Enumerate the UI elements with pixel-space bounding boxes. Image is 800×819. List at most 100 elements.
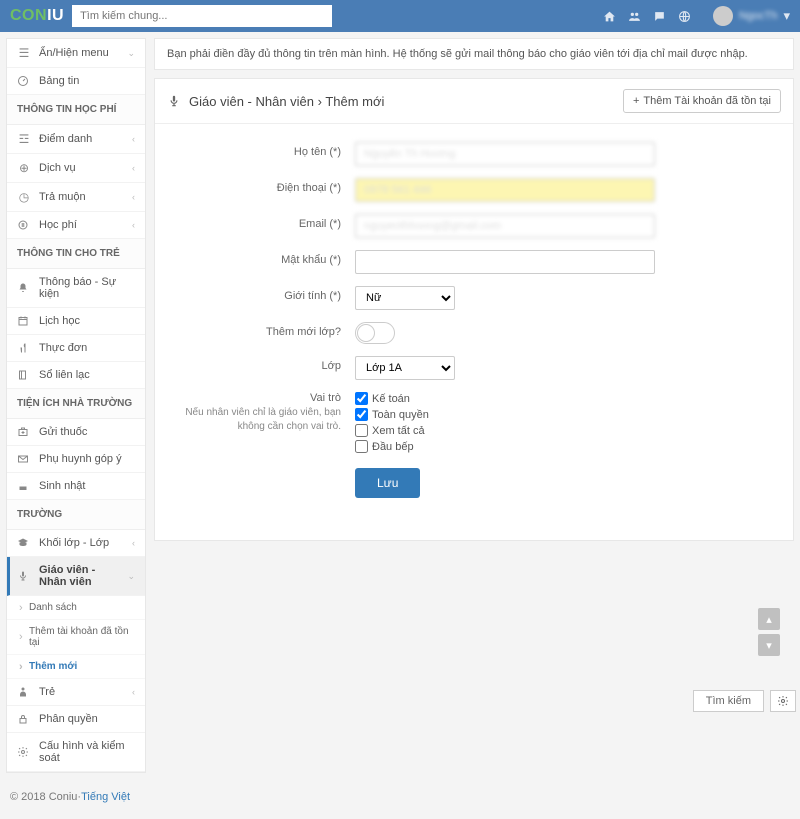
role-xemtatca-label: Xem tất cả <box>372 425 425 437</box>
gear-icon <box>777 695 789 707</box>
sidebar-thucdon[interactable]: Thực đơn <box>7 335 145 362</box>
form-body: Họ tên (*) Điện thoại (*) Email (*) Mật … <box>155 124 793 540</box>
globe-icon[interactable] <box>678 10 691 23</box>
alert-text: Bạn phải điền đầy đủ thông tin trên màn … <box>167 48 748 60</box>
themlop-label: Thêm mới lớp? <box>175 322 355 338</box>
graduation-icon <box>17 537 31 549</box>
list-icon: ☲ <box>17 132 31 146</box>
matkhau-input[interactable] <box>355 250 655 274</box>
sidebar-toggle[interactable]: ☰ Ẩn/Hiện menu ⌄ <box>7 39 145 68</box>
sidebar-cauhinh[interactable]: Cấu hình và kiểm soát <box>7 733 145 772</box>
sidebar-sub-themtk[interactable]: Thêm tài khoản đã tồn tại <box>7 620 145 655</box>
sidebar-group-hocphi: THÔNG TIN HỌC PHÍ <box>7 95 145 125</box>
users-icon[interactable] <box>628 10 641 23</box>
sidebar-sub-themmoi[interactable]: Thêm mới <box>7 655 145 679</box>
footer-lang-link[interactable]: Tiếng Việt <box>81 791 130 803</box>
chevron-left-icon: ‹ <box>132 220 135 230</box>
chevron-left-icon: ‹ <box>132 687 135 697</box>
book-icon <box>17 369 31 381</box>
role-ketoan-label: Kế toán <box>372 393 410 405</box>
cake-icon <box>17 480 31 492</box>
dienthoai-label: Điện thoại (*) <box>175 178 355 194</box>
info-alert: Bạn phải điền đầy đủ thông tin trên màn … <box>154 38 794 70</box>
sidebar-tre[interactable]: Trẻ ‹ <box>7 679 145 706</box>
panel-header: Giáo viên - Nhân viên › Thêm mới + Thêm … <box>155 79 793 124</box>
role-toanquyen-checkbox[interactable] <box>355 408 368 421</box>
themlop-toggle[interactable] <box>355 322 395 344</box>
sidebar-hocphi[interactable]: Học phí ‹ <box>7 212 145 239</box>
role-row-ketoan: Kế toán <box>355 392 655 405</box>
email-input[interactable] <box>355 214 655 238</box>
chevron-left-icon: ‹ <box>132 134 135 144</box>
sidebar-diemdanh[interactable]: ☲ Điểm danh ‹ <box>7 125 145 154</box>
mic-icon <box>17 570 31 582</box>
role-row-toanquyen: Toàn quyền <box>355 408 655 421</box>
chevron-left-icon: ‹ <box>132 192 135 202</box>
globe-icon: ⊕ <box>17 161 31 175</box>
scroll-up-button[interactable]: ▴ <box>758 608 780 630</box>
user-menu[interactable]: NgocTh ▾ <box>713 6 790 26</box>
sidebar-phgopy[interactable]: Phụ huynh góp ý <box>7 446 145 473</box>
sidebar-giaovien[interactable]: Giáo viên - Nhân viên ⌄ <box>7 557 145 596</box>
gioitinh-select[interactable]: Nữ <box>355 286 455 310</box>
form-panel: Giáo viên - Nhân viên › Thêm mới + Thêm … <box>154 78 794 541</box>
hoten-label: Họ tên (*) <box>175 142 355 158</box>
top-icons: NgocTh ▾ <box>603 6 790 26</box>
sidebar-tramuon[interactable]: ◷ Trả muộn ‹ <box>7 183 145 212</box>
medkit-icon <box>17 426 31 438</box>
bottombar: Tìm kiếm <box>689 686 800 716</box>
sidebar-lichhoc[interactable]: Lịch học <box>7 308 145 335</box>
sidebar-solienlac[interactable]: Sổ liên lạc <box>7 362 145 389</box>
content: Bạn phải điền đầy đủ thông tin trên màn … <box>154 38 794 541</box>
sidebar-group-tienich: TIỆN ÍCH NHÀ TRƯỜNG <box>7 389 145 419</box>
avatar <box>713 6 733 26</box>
bottombar-settings[interactable] <box>770 690 796 712</box>
child-icon <box>17 686 31 698</box>
sidebar-phanquyen[interactable]: Phân quyền <box>7 706 145 733</box>
envelope-icon <box>17 453 31 465</box>
food-icon <box>17 342 31 354</box>
clock-icon: ◷ <box>17 190 31 204</box>
home-icon[interactable] <box>603 10 616 23</box>
role-toanquyen-label: Toàn quyền <box>372 409 429 421</box>
sidebar-sinhnhat[interactable]: Sinh nhật <box>7 473 145 500</box>
search-input[interactable] <box>72 5 332 27</box>
footer-copyright: © 2018 Coniu· <box>10 791 81 803</box>
add-existing-button[interactable]: + Thêm Tài khoản đã tồn tại <box>623 89 781 113</box>
brand-iu: IU <box>47 7 64 24</box>
chevron-left-icon: ‹ <box>132 538 135 548</box>
role-ketoan-checkbox[interactable] <box>355 392 368 405</box>
bell-icon <box>17 282 31 294</box>
role-row-daubep: Đầu bếp <box>355 440 655 453</box>
brand-logo[interactable]: CONIU <box>10 7 64 25</box>
chevron-left-icon: ‹ <box>132 163 135 173</box>
chevron-down-icon: ⌄ <box>127 571 135 582</box>
lop-label: Lớp <box>175 356 355 372</box>
role-daubep-label: Đầu bếp <box>372 441 414 453</box>
scroll-buttons: ▴ ▾ <box>758 608 780 656</box>
save-button[interactable]: Lưu <box>355 468 420 498</box>
sidebar-thongbao[interactable]: Thông báo - Sự kiện <box>7 269 145 308</box>
bottombar-search[interactable]: Tìm kiếm <box>693 690 764 712</box>
bars-icon: ☰ <box>17 46 31 60</box>
dashboard-icon <box>17 75 31 87</box>
sidebar-khoilop[interactable]: Khối lớp - Lớp ‹ <box>7 530 145 557</box>
comment-icon[interactable] <box>653 10 666 23</box>
role-xemtatca-checkbox[interactable] <box>355 424 368 437</box>
gioitinh-label: Giới tính (*) <box>175 286 355 302</box>
scroll-down-button[interactable]: ▾ <box>758 634 780 656</box>
sidebar-guithuoc[interactable]: Gửi thuốc <box>7 419 145 446</box>
calendar-icon <box>17 315 31 327</box>
chevron-down-icon: ⌄ <box>127 48 135 59</box>
lop-select[interactable]: Lớp 1A <box>355 356 455 380</box>
sidebar-dichvu[interactable]: ⊕ Dịch vụ ‹ <box>7 154 145 183</box>
caret-down-icon: ▾ <box>783 8 790 24</box>
role-daubep-checkbox[interactable] <box>355 440 368 453</box>
user-name-label: NgocTh <box>739 10 778 22</box>
dienthoai-input[interactable] <box>355 178 655 202</box>
matkhau-label: Mật khẩu (*) <box>175 250 355 266</box>
sidebar-dashboard[interactable]: Bảng tin <box>7 68 145 95</box>
brand-con: CON <box>10 7 47 24</box>
hoten-input[interactable] <box>355 142 655 166</box>
sidebar-sub-danhsach[interactable]: Danh sách <box>7 596 145 620</box>
